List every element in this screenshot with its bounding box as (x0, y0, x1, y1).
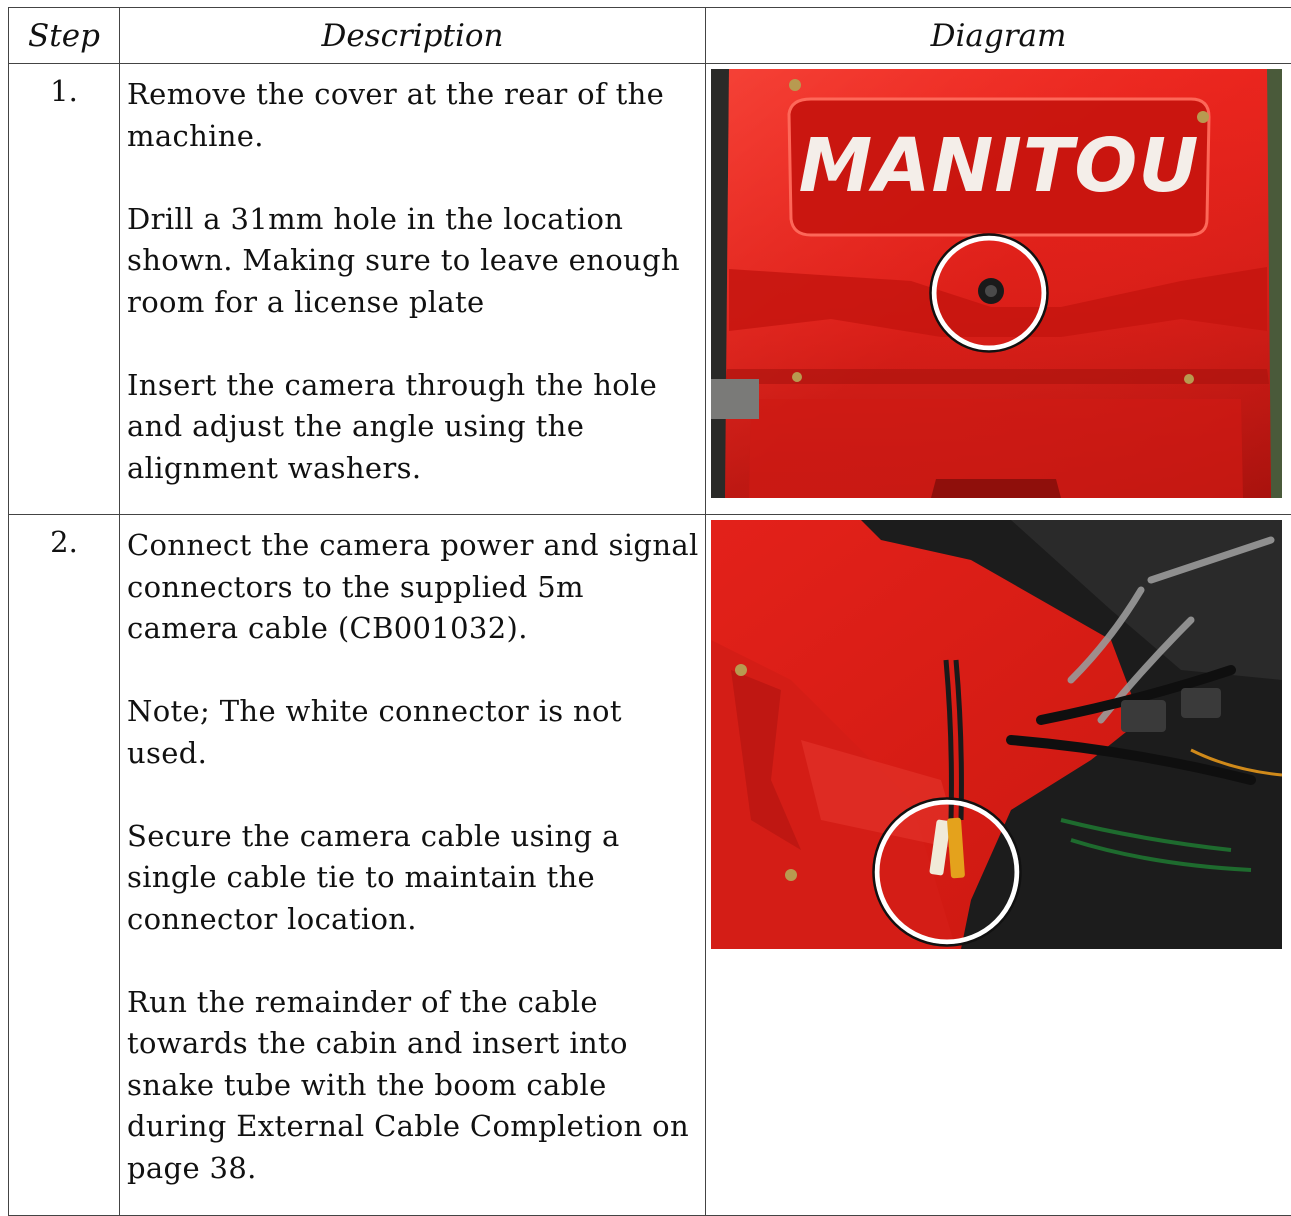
rear-cover-photo: MANITOU (711, 69, 1282, 498)
description-paragraph: Secure the camera cable using a single c… (127, 816, 699, 941)
description-paragraph: Drill a 31mm hole in the location shown.… (127, 199, 699, 324)
header-step: Step (9, 8, 120, 64)
description-paragraph: Insert the camera through the hole and a… (127, 365, 699, 490)
step-description: Remove the cover at the rear of the mach… (120, 64, 706, 515)
description-paragraph: Run the remainder of the cable towards t… (127, 982, 699, 1190)
description-paragraph: Note; The white connector is not used. (127, 691, 699, 774)
table-header-row: Step Description Diagram (9, 8, 1291, 64)
table-row: 1. Remove the cover at the rear of the m… (9, 64, 1291, 515)
connector-photo (711, 520, 1282, 949)
step-number: 1. (9, 64, 120, 515)
step-description: Connect the camera power and signal conn… (120, 515, 706, 1216)
manitou-logo: MANITOU (799, 123, 1200, 209)
step-diagram: MANITOU (706, 64, 1291, 515)
table-row: 2. Connect the camera power and signal c… (9, 515, 1291, 1216)
header-diagram: Diagram (706, 8, 1291, 64)
instruction-table: Step Description Diagram 1. Remove the c… (8, 7, 1291, 1216)
step-diagram (706, 515, 1291, 1216)
header-description: Description (120, 8, 706, 64)
step-number: 2. (9, 515, 120, 1216)
description-paragraph: Connect the camera power and signal conn… (127, 525, 699, 650)
description-paragraph: Remove the cover at the rear of the mach… (127, 74, 699, 157)
